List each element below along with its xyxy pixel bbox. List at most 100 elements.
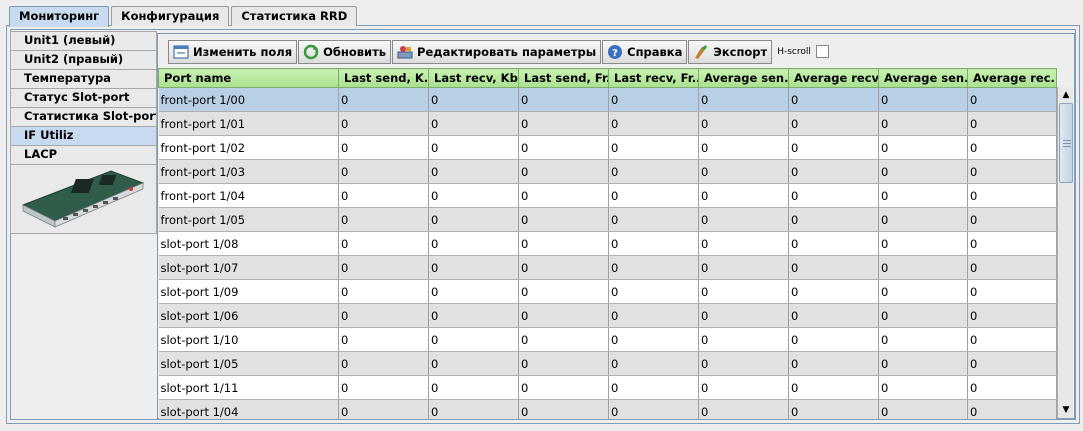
value-cell[interactable]: 0 — [338, 255, 429, 280]
table-row[interactable]: front-port 1/00 0 0 0 0 0 0 0 0 — [158, 87, 1057, 112]
value-cell[interactable]: 0 — [338, 183, 429, 208]
value-cell[interactable]: 0 — [608, 303, 699, 328]
value-cell[interactable]: 0 — [878, 399, 968, 419]
table-row[interactable]: front-port 1/02 0 0 0 0 0 0 0 0 — [158, 135, 1057, 160]
value-cell[interactable]: 0 — [428, 135, 519, 160]
value-cell[interactable]: 0 — [518, 351, 609, 376]
value-cell[interactable]: 0 — [518, 207, 609, 232]
value-cell[interactable]: 0 — [338, 327, 429, 352]
value-cell[interactable]: 0 — [878, 255, 968, 280]
value-cell[interactable]: 0 — [518, 231, 609, 256]
value-cell[interactable]: 0 — [878, 327, 968, 352]
value-cell[interactable]: 0 — [967, 255, 1057, 280]
value-cell[interactable]: 0 — [698, 399, 789, 419]
refresh-button[interactable]: Обновить — [298, 39, 392, 64]
value-cell[interactable]: 0 — [698, 87, 789, 112]
value-cell[interactable]: 0 — [698, 255, 789, 280]
value-cell[interactable]: 0 — [788, 375, 879, 400]
table-row[interactable]: slot-port 1/09 0 0 0 0 0 0 0 0 — [158, 279, 1057, 304]
value-cell[interactable]: 0 — [338, 399, 429, 419]
table-row[interactable]: slot-port 1/07 0 0 0 0 0 0 0 0 — [158, 255, 1057, 280]
value-cell[interactable]: 0 — [788, 255, 879, 280]
value-cell[interactable]: 0 — [518, 255, 609, 280]
hscroll-checkbox[interactable] — [815, 45, 829, 58]
tab-configuration[interactable]: Конфигурация — [111, 6, 230, 26]
value-cell[interactable]: 0 — [338, 159, 429, 184]
vertical-scrollbar[interactable]: ▲ ▼ — [1057, 87, 1073, 418]
value-cell[interactable]: 0 — [967, 207, 1057, 232]
value-cell[interactable]: 0 — [518, 183, 609, 208]
value-cell[interactable]: 0 — [428, 255, 519, 280]
table-row[interactable]: slot-port 1/04 0 0 0 0 0 0 0 0 — [158, 399, 1057, 419]
value-cell[interactable]: 0 — [967, 399, 1057, 419]
value-cell[interactable]: 0 — [608, 207, 699, 232]
value-cell[interactable]: 0 — [698, 231, 789, 256]
value-cell[interactable]: 0 — [518, 279, 609, 304]
port-name-cell[interactable]: slot-port 1/08 — [158, 231, 339, 256]
value-cell[interactable]: 0 — [698, 327, 789, 352]
help-button[interactable]: ? Справка — [602, 39, 688, 64]
value-cell[interactable]: 0 — [338, 351, 429, 376]
value-cell[interactable]: 0 — [698, 111, 789, 136]
value-cell[interactable]: 0 — [698, 375, 789, 400]
value-cell[interactable]: 0 — [608, 183, 699, 208]
value-cell[interactable]: 0 — [428, 183, 519, 208]
value-cell[interactable]: 0 — [967, 231, 1057, 256]
value-cell[interactable]: 0 — [878, 351, 968, 376]
value-cell[interactable]: 0 — [428, 111, 519, 136]
value-cell[interactable]: 0 — [878, 207, 968, 232]
side-tab-lacp[interactable]: LACP — [10, 145, 157, 164]
port-name-cell[interactable]: slot-port 1/05 — [158, 351, 339, 376]
value-cell[interactable]: 0 — [788, 399, 879, 419]
value-cell[interactable]: 0 — [338, 231, 429, 256]
table-row[interactable]: front-port 1/04 0 0 0 0 0 0 0 0 — [158, 183, 1057, 208]
value-cell[interactable]: 0 — [878, 87, 968, 112]
value-cell[interactable]: 0 — [518, 399, 609, 419]
value-cell[interactable]: 0 — [967, 135, 1057, 160]
value-cell[interactable]: 0 — [608, 399, 699, 419]
column-header[interactable]: Last send, Fr... — [518, 68, 609, 88]
value-cell[interactable]: 0 — [967, 327, 1057, 352]
table-row[interactable]: slot-port 1/05 0 0 0 0 0 0 0 0 — [158, 351, 1057, 376]
port-name-cell[interactable]: front-port 1/03 — [158, 159, 339, 184]
table-row[interactable]: front-port 1/05 0 0 0 0 0 0 0 0 — [158, 207, 1057, 232]
tab-monitoring[interactable]: Мониторинг — [9, 6, 110, 27]
side-tab-unit2[interactable]: Unit2 (правый) — [10, 50, 157, 69]
value-cell[interactable]: 0 — [518, 375, 609, 400]
value-cell[interactable]: 0 — [518, 159, 609, 184]
value-cell[interactable]: 0 — [698, 183, 789, 208]
value-cell[interactable]: 0 — [428, 303, 519, 328]
value-cell[interactable]: 0 — [967, 87, 1057, 112]
value-cell[interactable]: 0 — [788, 135, 879, 160]
value-cell[interactable]: 0 — [608, 351, 699, 376]
column-header[interactable]: Average rec... — [967, 68, 1057, 88]
value-cell[interactable]: 0 — [428, 327, 519, 352]
value-cell[interactable]: 0 — [878, 375, 968, 400]
value-cell[interactable]: 0 — [878, 279, 968, 304]
value-cell[interactable]: 0 — [518, 303, 609, 328]
column-header[interactable]: Last send, K... — [338, 68, 429, 88]
value-cell[interactable]: 0 — [518, 327, 609, 352]
value-cell[interactable]: 0 — [698, 303, 789, 328]
port-name-cell[interactable]: slot-port 1/06 — [158, 303, 339, 328]
value-cell[interactable]: 0 — [428, 375, 519, 400]
value-cell[interactable]: 0 — [338, 87, 429, 112]
value-cell[interactable]: 0 — [608, 87, 699, 112]
table-row[interactable]: front-port 1/03 0 0 0 0 0 0 0 0 — [158, 159, 1057, 184]
column-header[interactable]: Last recv, Kb... — [428, 68, 519, 88]
port-name-cell[interactable]: front-port 1/05 — [158, 207, 339, 232]
value-cell[interactable]: 0 — [608, 159, 699, 184]
side-tab-if-utiliz[interactable]: IF Utiliz — [10, 126, 157, 145]
value-cell[interactable]: 0 — [878, 231, 968, 256]
value-cell[interactable]: 0 — [428, 207, 519, 232]
value-cell[interactable]: 0 — [428, 399, 519, 419]
value-cell[interactable]: 0 — [608, 279, 699, 304]
table-row[interactable]: slot-port 1/11 0 0 0 0 0 0 0 0 — [158, 375, 1057, 400]
value-cell[interactable]: 0 — [788, 279, 879, 304]
value-cell[interactable]: 0 — [338, 207, 429, 232]
value-cell[interactable]: 0 — [967, 183, 1057, 208]
scrollbar-thumb[interactable] — [1059, 103, 1073, 183]
tab-rrd-statistics[interactable]: Статистика RRD — [231, 6, 358, 26]
side-tab-unit1[interactable]: Unit1 (левый) — [10, 31, 157, 50]
side-tab-slot-port-stats[interactable]: Статистика Slot-port — [10, 107, 157, 126]
